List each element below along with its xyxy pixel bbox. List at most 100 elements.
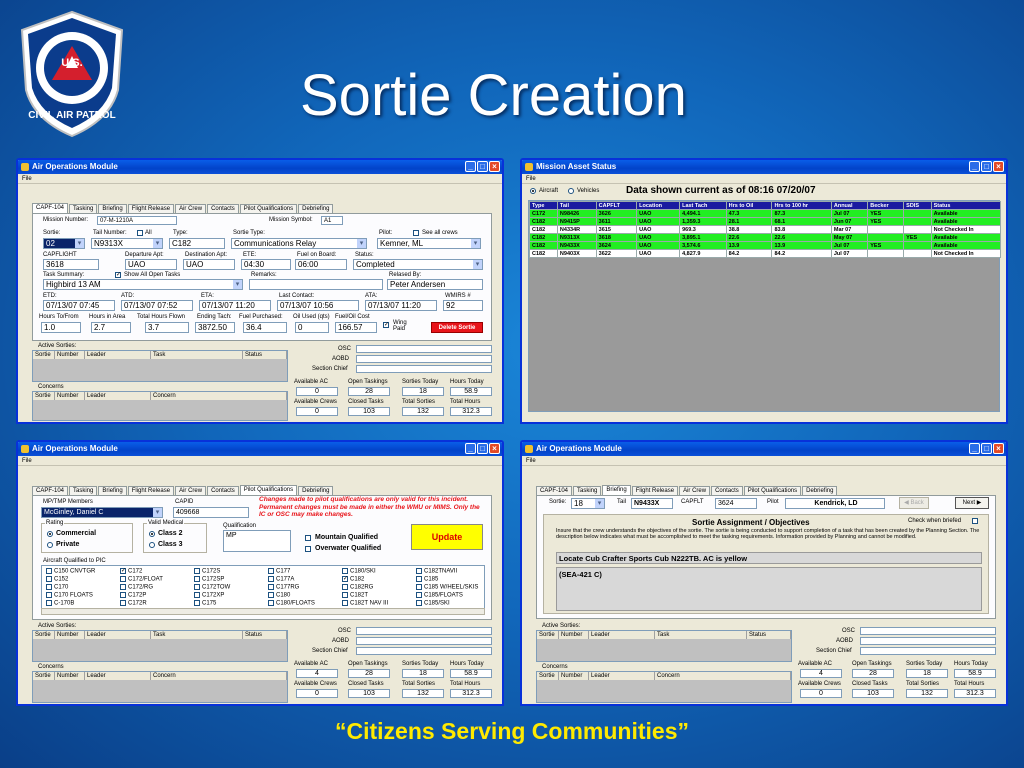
- maximize-button[interactable]: □: [981, 443, 992, 454]
- unchecked-checkbox[interactable]: [416, 592, 422, 598]
- asset-row[interactable]: C172 N98426 3626 UAO 4,494.1 47.3 87.3 Jul 07 YE…: [529, 209, 1002, 218]
- checked-checkbox[interactable]: ✓: [342, 576, 348, 582]
- tab-capf104[interactable]: CAPF-104: [32, 203, 69, 213]
- close-button[interactable]: ×: [489, 443, 500, 454]
- col-sortie[interactable]: Sortie: [537, 672, 559, 680]
- unchecked-checkbox[interactable]: [416, 584, 422, 590]
- menu-file[interactable]: File: [522, 456, 1006, 466]
- fuel-oil-cost-field[interactable]: 166.57: [335, 322, 377, 333]
- type-field[interactable]: C182: [169, 238, 225, 249]
- col-status[interactable]: Status: [747, 631, 791, 639]
- aircraft-qual-item[interactable]: C177RG: [268, 584, 299, 591]
- aircraft-qual-item[interactable]: C-170B: [46, 600, 74, 607]
- aircraft-qual-item[interactable]: C182T: [342, 592, 368, 599]
- aircraft-qual-item[interactable]: C152: [46, 576, 68, 583]
- class3-radio[interactable]: [149, 542, 155, 548]
- section-chief-field[interactable]: [356, 365, 492, 373]
- aircraft-qual-item[interactable]: C185/FLOATS: [416, 592, 463, 599]
- col-task[interactable]: Task: [655, 631, 747, 639]
- aircraft-qual-item[interactable]: C172/FLOAT: [120, 576, 163, 583]
- col-number[interactable]: Number: [55, 392, 85, 400]
- unchecked-checkbox[interactable]: [268, 584, 274, 590]
- aircraft-qual-item[interactable]: C182RG: [342, 584, 373, 591]
- unchecked-checkbox[interactable]: [194, 576, 200, 582]
- aircraft-qual-item[interactable]: C172P: [120, 592, 146, 599]
- unchecked-checkbox[interactable]: [342, 568, 348, 574]
- asset-row[interactable]: C182 N9403X 3622 UAO 4,827.9 84.2 84.2 Jul 07 No…: [529, 249, 1002, 258]
- col-task[interactable]: Task: [151, 631, 243, 639]
- title-bar[interactable]: Air Operations Module _ □ ×: [18, 442, 502, 456]
- unchecked-checkbox[interactable]: [46, 568, 52, 574]
- aircraft-qual-item[interactable]: C185 W/HEEL/SKIS: [416, 584, 478, 591]
- aircraft-qual-item[interactable]: C180/FLOATS: [268, 600, 315, 607]
- tail-field[interactable]: N9433X: [631, 498, 673, 509]
- asset-row[interactable]: C182 N9313X 3618 UAO 3,895.1 22.6 22.6 May 07 YE…: [529, 233, 1002, 242]
- unchecked-checkbox[interactable]: [46, 576, 52, 582]
- unchecked-checkbox[interactable]: [194, 568, 200, 574]
- aobd-field[interactable]: [356, 355, 492, 363]
- mountain-checkbox[interactable]: [305, 535, 311, 541]
- close-button[interactable]: ×: [489, 161, 500, 172]
- qualification-field[interactable]: MP: [223, 530, 291, 552]
- aobd-field[interactable]: [860, 637, 996, 645]
- unchecked-checkbox[interactable]: [120, 576, 126, 582]
- unchecked-checkbox[interactable]: [46, 600, 52, 606]
- osc-field[interactable]: [860, 627, 996, 635]
- fuel-purchased-field[interactable]: 36.4: [243, 322, 287, 333]
- show-open-tasks-checkbox[interactable]: ✓: [115, 272, 121, 278]
- col-sortie[interactable]: Sortie: [537, 631, 559, 639]
- section-chief-field[interactable]: [860, 647, 996, 655]
- unchecked-checkbox[interactable]: [46, 592, 52, 598]
- section-chief-field[interactable]: [356, 647, 492, 655]
- relased-by-field[interactable]: Peter Andersen: [387, 279, 483, 290]
- status-select[interactable]: Completed: [353, 259, 483, 270]
- col-leader[interactable]: Leader: [85, 672, 151, 680]
- tab-pilot-qualifications[interactable]: Pilot Qualifications: [239, 485, 298, 495]
- unchecked-checkbox[interactable]: [120, 600, 126, 606]
- oil-used-field[interactable]: 0: [295, 322, 329, 333]
- hours-tofrom-field[interactable]: 1.0: [41, 322, 81, 333]
- checked-checkbox[interactable]: ✓: [120, 568, 126, 574]
- maximize-button[interactable]: □: [981, 161, 992, 172]
- menu-file[interactable]: File: [18, 456, 502, 466]
- asset-col-header[interactable]: Tail: [556, 201, 597, 210]
- concerns-grid[interactable]: Sortie Number Leader Concern: [32, 671, 288, 703]
- etd-field[interactable]: 07/13/07 07:45: [43, 300, 115, 311]
- next-button[interactable]: Next ▶: [955, 497, 989, 509]
- unchecked-checkbox[interactable]: [416, 600, 422, 606]
- unchecked-checkbox[interactable]: [342, 592, 348, 598]
- asset-row[interactable]: C182 N9415P 3611 UAO 1,359.3 28.1 68.1 Jun 07 YE…: [529, 217, 1002, 226]
- col-leader[interactable]: Leader: [589, 631, 655, 639]
- aircraft-list-scrollbar[interactable]: [41, 608, 485, 615]
- col-status[interactable]: Status: [243, 631, 287, 639]
- maximize-button[interactable]: □: [477, 443, 488, 454]
- asset-col-header[interactable]: Status: [930, 201, 1002, 210]
- sortie-select[interactable]: 02: [43, 238, 85, 249]
- close-button[interactable]: ×: [993, 443, 1004, 454]
- hours-in-area-field[interactable]: 2.7: [91, 322, 131, 333]
- back-button[interactable]: ◀ Back: [899, 497, 929, 509]
- col-concern[interactable]: Concern: [151, 672, 287, 680]
- asset-col-header[interactable]: Location: [636, 201, 681, 210]
- tail-number-select[interactable]: N9313X: [91, 238, 163, 249]
- asset-col-header[interactable]: Last Tach: [679, 201, 727, 210]
- asset-col-header[interactable]: Type: [529, 201, 558, 210]
- unchecked-checkbox[interactable]: [46, 584, 52, 590]
- private-radio[interactable]: [47, 542, 53, 548]
- wing-paid-checkbox[interactable]: ✓: [383, 322, 389, 328]
- aircraft-radio[interactable]: [530, 188, 536, 194]
- aircraft-qual-item[interactable]: C177A: [268, 576, 294, 583]
- all-tails-checkbox[interactable]: [137, 230, 143, 236]
- col-concern[interactable]: Concern: [655, 672, 791, 680]
- commercial-radio[interactable]: [47, 531, 53, 537]
- asset-grid[interactable]: Type Tail CAPFLT Location Last Tach Hrs to Oi…: [528, 200, 1002, 412]
- active-sorties-grid[interactable]: Sortie Number Leader Task Status: [536, 630, 792, 662]
- osc-field[interactable]: [356, 627, 492, 635]
- col-number[interactable]: Number: [559, 631, 589, 639]
- pilot-select[interactable]: Kemner, ML: [377, 238, 481, 249]
- unchecked-checkbox[interactable]: [268, 568, 274, 574]
- asset-table[interactable]: Type Tail CAPFLT Location Last Tach Hrs to Oi…: [529, 201, 1002, 258]
- aircraft-qual-item[interactable]: C172TOW: [194, 584, 230, 591]
- atd-field[interactable]: 07/13/07 07:52: [121, 300, 193, 311]
- sortie-select[interactable]: 18: [571, 498, 605, 509]
